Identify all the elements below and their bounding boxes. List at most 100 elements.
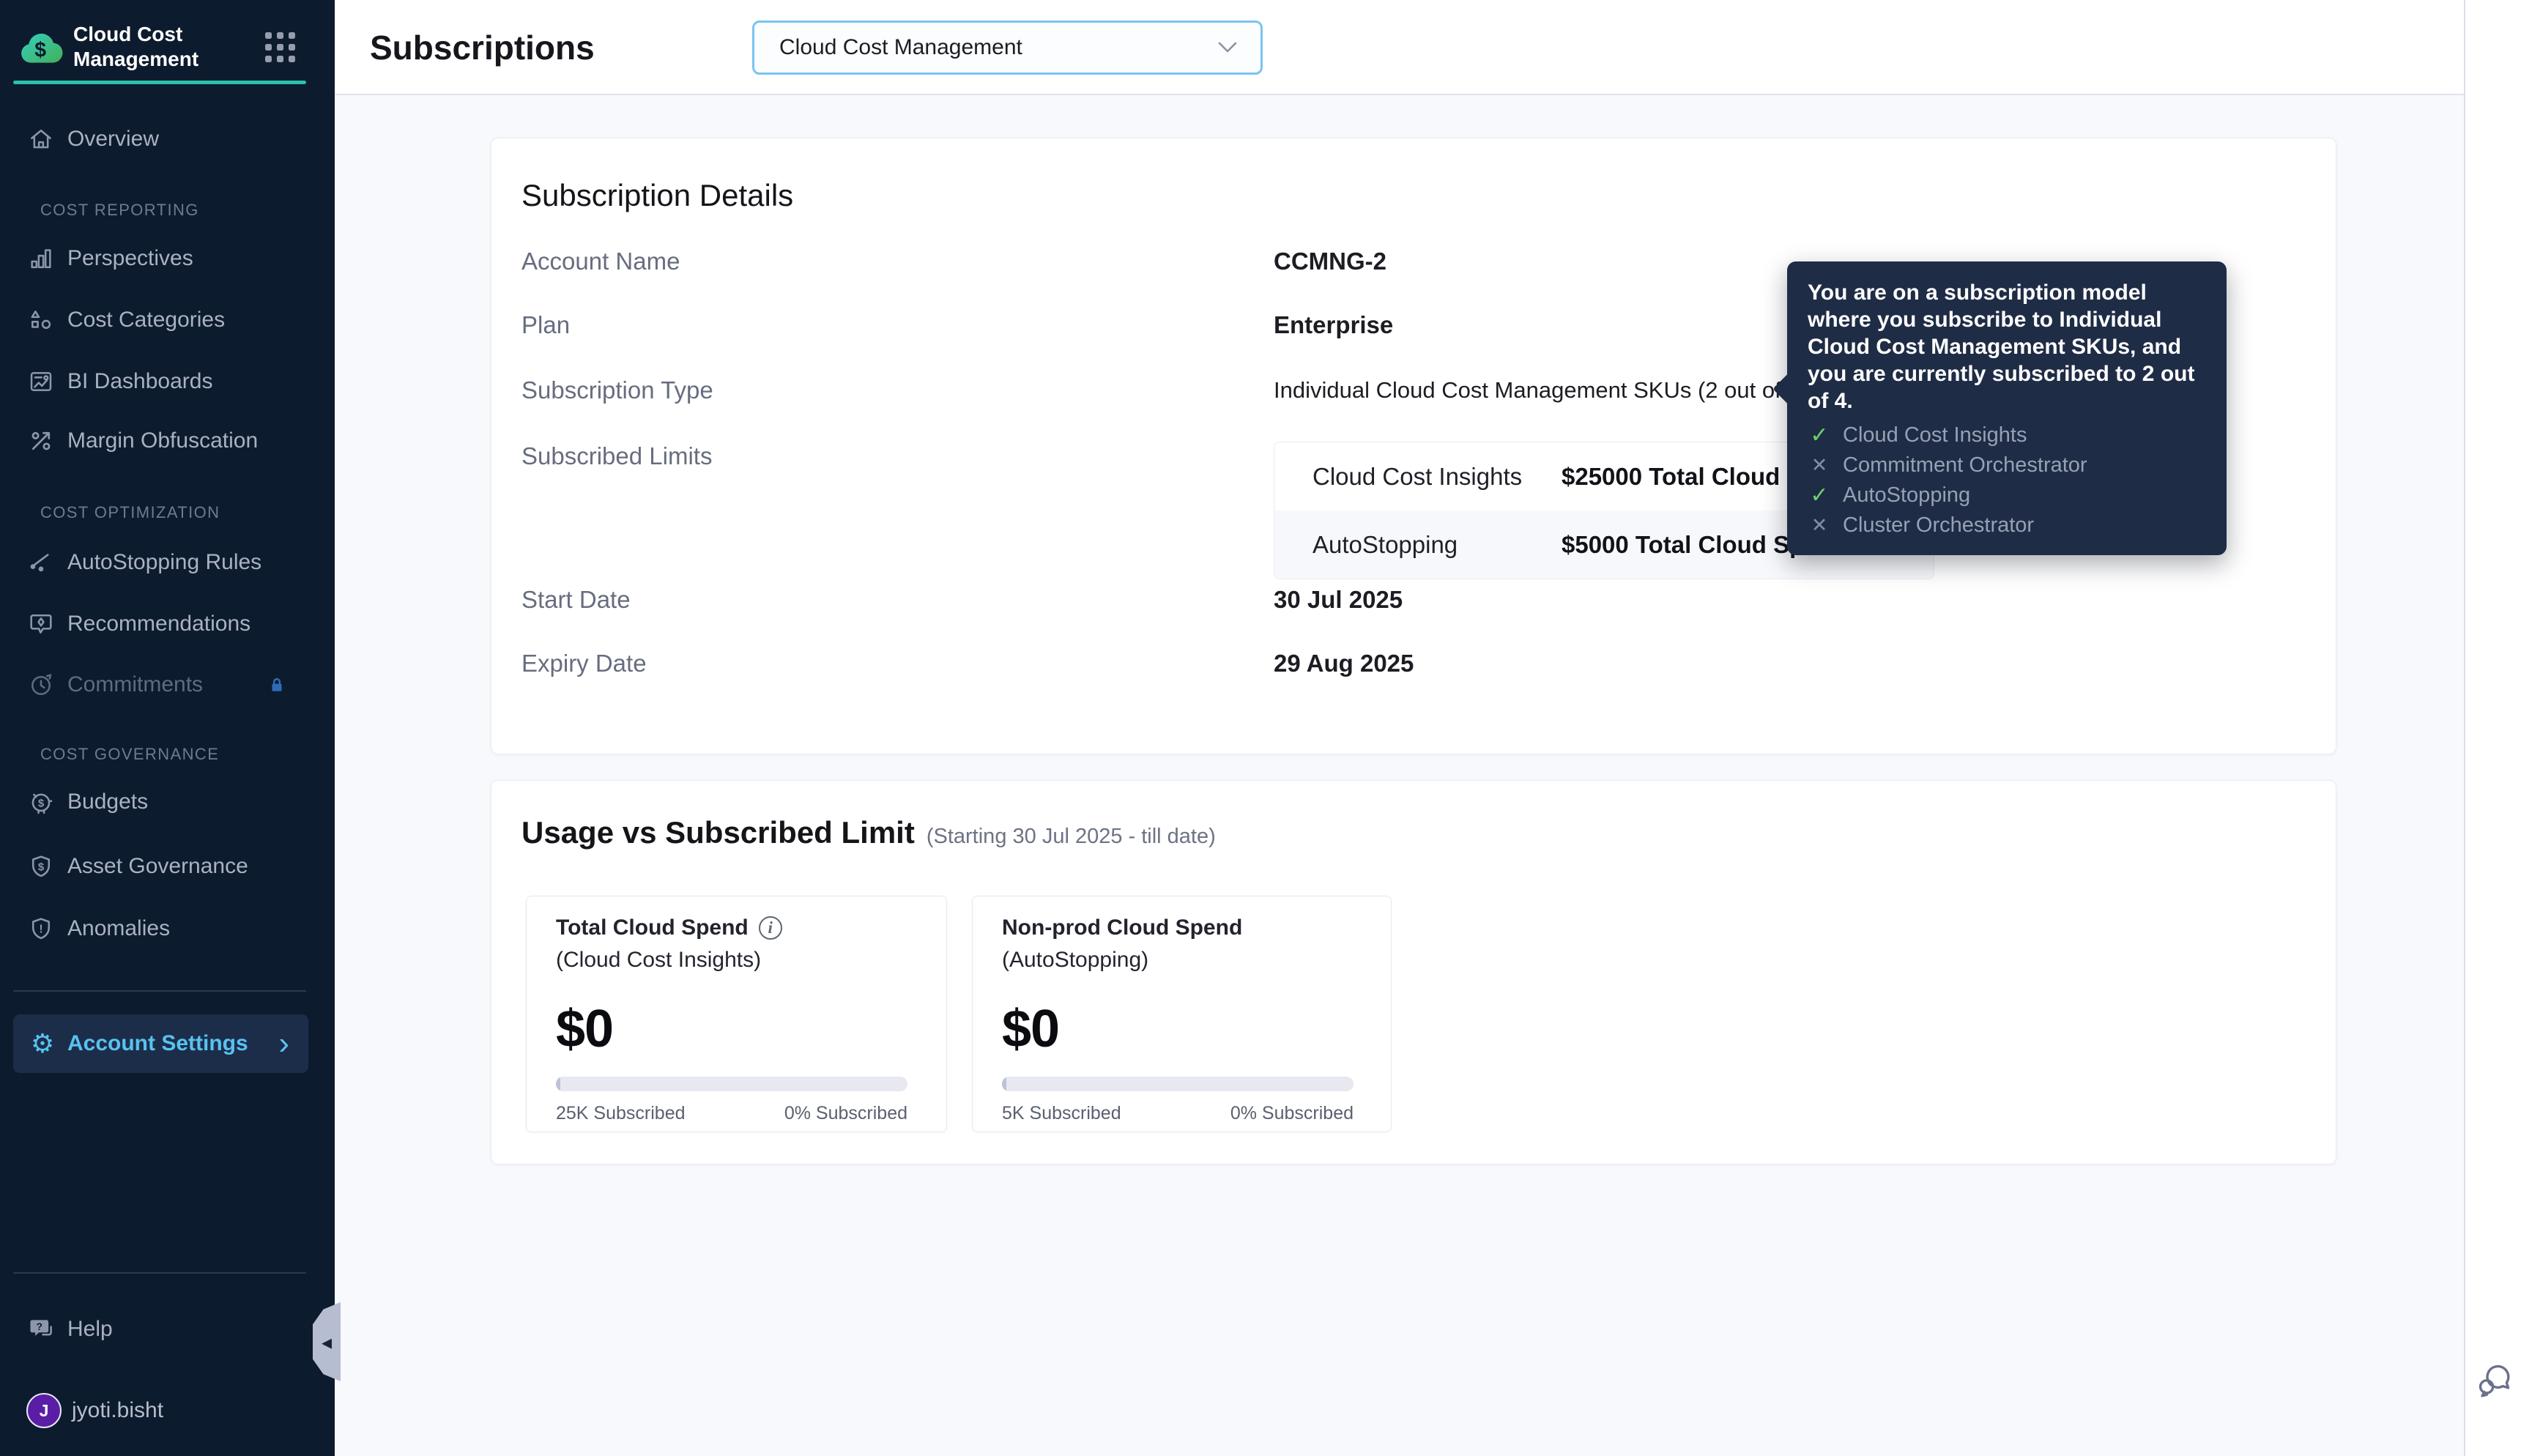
- svg-text:$: $: [34, 39, 46, 62]
- usage-subtitle: (Starting 30 Jul 2025 - till date): [926, 825, 1216, 848]
- check-icon: ✓: [1810, 483, 1829, 508]
- progress-labels: 25K Subscribed 0% Subscribed: [556, 1103, 907, 1124]
- piggy-bank-icon: $: [26, 787, 56, 817]
- shield-dollar-icon: $: [26, 852, 56, 881]
- bar-chart-icon: [26, 244, 56, 273]
- sku-name: Cloud Cost Insights: [1313, 462, 1523, 490]
- app-title: Cloud Cost Management: [73, 23, 199, 70]
- sidebar-divider: [13, 990, 306, 992]
- sidebar-item-cost-categories[interactable]: Cost Categories: [0, 297, 335, 343]
- sidebar-item-label: Budgets: [67, 790, 149, 814]
- user-menu[interactable]: J jyoti.bisht: [0, 1389, 335, 1433]
- tooltip-item-label: AutoStopping: [1843, 483, 1971, 507]
- support-chat-icon[interactable]: [2474, 1359, 2514, 1399]
- svg-text:!: !: [39, 924, 42, 936]
- tooltip-item-label: Cluster Orchestrator: [1843, 513, 2035, 537]
- progress-labels: 5K Subscribed 0% Subscribed: [1002, 1103, 1354, 1124]
- tooltip-item-label: Cloud Cost Insights: [1843, 423, 2027, 447]
- page-header: Subscriptions Cloud Cost Management: [335, 0, 2464, 95]
- autostopping-icon: [26, 548, 56, 577]
- expiry-date-value: 29 Aug 2025: [1274, 650, 1414, 677]
- metric-amount: $0: [556, 1000, 614, 1058]
- user-name: jyoti.bisht: [72, 1398, 164, 1422]
- plan-label: Plan: [521, 311, 571, 338]
- sidebar-item-commitments[interactable]: Commitments: [0, 661, 335, 708]
- info-icon[interactable]: i: [758, 916, 782, 940]
- metric-title: Non-prod Cloud Spend: [1002, 915, 1242, 940]
- section-heading-cost-governance: COST GOVERNANCE: [40, 745, 220, 763]
- sidebar-item-label: Anomalies: [67, 916, 171, 940]
- sidebar-item-autostopping-rules[interactable]: AutoStopping Rules: [0, 539, 335, 586]
- sidebar-item-label: Commitments: [67, 672, 204, 697]
- sidebar-item-label: Margin Obfuscation: [67, 428, 259, 453]
- sidebar-item-asset-governance[interactable]: $ Asset Governance: [0, 843, 335, 890]
- subscription-type-tooltip: You are on a subscription model where yo…: [1787, 261, 2227, 555]
- sidebar-item-account-settings[interactable]: ⚙ Account Settings ›: [13, 1014, 308, 1073]
- usage-card: Usage vs Subscribed Limit (Starting 30 J…: [491, 780, 2336, 1165]
- sidebar-item-label: Overview: [67, 127, 160, 151]
- app-root: $ Cloud Cost Management Overview COST RE…: [0, 0, 2521, 1456]
- subscribed-percent-label: 0% Subscribed: [784, 1103, 907, 1123]
- sidebar-item-label: BI Dashboards: [67, 369, 213, 393]
- sidebar-item-help[interactable]: ? Help: [0, 1306, 335, 1353]
- subscribed-limit-label: 5K Subscribed: [1002, 1103, 1121, 1123]
- right-utility-strip: [2464, 0, 2521, 1456]
- start-date-label: Start Date: [521, 586, 631, 613]
- metric-subtitle: (Cloud Cost Insights): [556, 948, 762, 972]
- sidebar: $ Cloud Cost Management Overview COST RE…: [0, 0, 335, 1456]
- module-select[interactable]: Cloud Cost Management: [752, 21, 1263, 75]
- sidebar-item-label: Cost Categories: [67, 308, 226, 332]
- sidebar-item-perspectives[interactable]: Perspectives: [0, 235, 335, 282]
- history-clock-icon: [26, 670, 56, 699]
- svg-text:$: $: [38, 797, 45, 809]
- subscription-type-value: Individual Cloud Cost Management SKUs (2…: [1274, 374, 1843, 406]
- home-icon: [26, 125, 56, 154]
- brand-accent-bar: [13, 81, 306, 84]
- x-icon: ✕: [1811, 514, 1828, 536]
- subscription-type-text: Individual Cloud Cost Management SKUs (2…: [1274, 377, 1808, 403]
- percent-trend-icon: [26, 426, 56, 456]
- sidebar-item-overview[interactable]: Overview: [0, 116, 335, 163]
- non-prod-cloud-spend-card: Non-prod Cloud Spend (AutoStopping) $0 5…: [972, 896, 1392, 1132]
- tooltip-item: ✕ Cluster Orchestrator: [1808, 510, 2206, 541]
- app-grid-icon[interactable]: [264, 31, 296, 63]
- tooltip-item-label: Commitment Orchestrator: [1843, 453, 2087, 477]
- metric-amount: $0: [1002, 1000, 1060, 1058]
- sidebar-item-label: Perspectives: [67, 246, 193, 270]
- expiry-date-label: Expiry Date: [521, 650, 647, 677]
- total-cloud-spend-card: Total Cloud Spend i (Cloud Cost Insights…: [526, 896, 947, 1132]
- progress-fill: [1002, 1077, 1006, 1091]
- metric-title: Total Cloud Spend i: [556, 915, 782, 940]
- progress-fill: [556, 1077, 560, 1091]
- plan-value: Enterprise: [1274, 311, 1394, 338]
- lock-icon: [264, 672, 289, 697]
- tooltip-sku-list: ✓ Cloud Cost Insights ✕ Commitment Orche…: [1808, 420, 2206, 541]
- page-title: Subscriptions: [370, 29, 595, 67]
- subscription-details-title: Subscription Details: [521, 178, 794, 212]
- x-icon: ✕: [1811, 454, 1828, 476]
- check-icon: ✓: [1810, 423, 1829, 447]
- metric-title-text: Non-prod Cloud Spend: [1002, 915, 1243, 940]
- usage-title: Usage vs Subscribed Limit: [521, 815, 915, 850]
- shapes-icon: [26, 305, 56, 335]
- account-name-value: CCMNG-2: [1274, 248, 1386, 275]
- sidebar-item-margin-obfuscation[interactable]: Margin Obfuscation: [0, 417, 335, 464]
- progress-bar: [1002, 1077, 1354, 1091]
- account-settings-label: Account Settings: [67, 1031, 248, 1055]
- sidebar-item-budgets[interactable]: $ Budgets: [0, 779, 335, 825]
- sidebar-item-recommendations[interactable]: Recommendations: [0, 601, 335, 647]
- collapse-left-icon: ◂: [321, 1330, 333, 1353]
- sidebar-item-label: Asset Governance: [67, 854, 248, 878]
- sidebar-item-bi-dashboards[interactable]: BI Dashboards: [0, 358, 335, 405]
- sidebar-item-label: Recommendations: [67, 612, 251, 636]
- subscribed-limits-label: Subscribed Limits: [521, 442, 713, 469]
- account-name-label: Account Name: [521, 248, 680, 275]
- section-heading-cost-optimization: COST OPTIMIZATION: [40, 503, 220, 521]
- sidebar-item-anomalies[interactable]: ! Anomalies: [0, 905, 335, 952]
- usage-title-row: Usage vs Subscribed Limit (Starting 30 J…: [521, 815, 1216, 850]
- section-heading-cost-reporting: COST REPORTING: [40, 201, 199, 219]
- help-label: Help: [67, 1317, 113, 1341]
- metric-subtitle: (AutoStopping): [1002, 948, 1149, 972]
- gear-icon: ⚙: [30, 1028, 55, 1058]
- tooltip-item: ✓ Cloud Cost Insights: [1808, 420, 2206, 450]
